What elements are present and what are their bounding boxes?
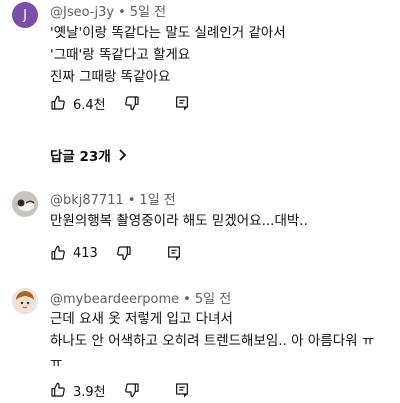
comment-line: '옛날'이랑 똑같다는 말도 실례인거 같아서	[50, 25, 286, 41]
thumb-up-icon	[50, 382, 66, 398]
separator: •	[118, 5, 126, 20]
timestamp[interactable]: 5일 전	[195, 292, 231, 307]
character-avatar-icon	[12, 288, 38, 314]
dislike-button[interactable]	[124, 382, 140, 398]
like-button[interactable]: 6.4천	[50, 94, 106, 113]
reply-comment-icon	[174, 95, 190, 111]
view-replies-button[interactable]: 답글 23개	[50, 145, 127, 165]
thumb-down-icon	[124, 95, 140, 111]
comment-actions: 6.4천	[50, 93, 190, 113]
timestamp[interactable]: 1일 전	[139, 193, 175, 208]
replies-label: 답글 23개	[50, 149, 111, 165]
comment-line: '그때'랑 똑같다고 할게요	[50, 47, 191, 63]
thumb-up-icon	[50, 95, 66, 111]
comment-header: @Jseo-j3y • 5일 전	[50, 1, 166, 20]
reply-comment-icon	[166, 245, 182, 261]
reply-button[interactable]	[174, 95, 190, 111]
avatar[interactable]	[12, 288, 38, 314]
comment-text: '옛날'이랑 똑같다는 말도 실례인거 같아서 '그때'랑 똑같다고 할게요 진…	[50, 22, 286, 88]
comment-line: ㅠ	[50, 355, 63, 371]
comment-line: 진짜 그때랑 똑같아요	[50, 69, 171, 85]
comment-header: @bkj87711 • 1일 전	[50, 189, 176, 208]
reply-button[interactable]	[174, 382, 190, 398]
thumb-down-icon	[116, 245, 132, 261]
reply-button[interactable]	[166, 245, 182, 261]
chevron-right-icon	[117, 149, 127, 161]
reply-comment-icon	[174, 382, 190, 398]
thumb-down-icon	[124, 382, 140, 398]
comment-header: @mybeardeerpome • 5일 전	[50, 288, 231, 307]
like-count: 413	[73, 245, 98, 261]
comment-line: 만원의행복 촬영중이라 해도 믿겠어요...대박..	[50, 213, 308, 229]
dislike-button[interactable]	[116, 245, 132, 261]
author-handle[interactable]: @bkj87711	[50, 193, 124, 208]
comment-line: 하나도 안 어색하고 오히려 트렌드해보임.. 아 아름다워 ㅠ	[50, 333, 375, 349]
avatar[interactable]: J	[12, 2, 38, 28]
comment-actions: 413	[50, 243, 182, 263]
avatar-letter: J	[23, 7, 27, 23]
thumb-up-icon	[50, 245, 66, 261]
like-count: 6.4천	[73, 97, 106, 113]
author-handle[interactable]: @mybeardeerpome	[50, 292, 179, 307]
comment-text: 근데 요새 옷 저렇게 입고 다녀서 하나도 안 어색하고 오히려 트렌드해보임…	[50, 308, 374, 374]
separator: •	[127, 193, 136, 208]
bird-avatar-icon	[12, 191, 38, 217]
comment-text: 만원의행복 촬영중이라 해도 믿겠어요...대박..	[50, 210, 308, 232]
timestamp[interactable]: 5일 전	[130, 5, 166, 20]
like-button[interactable]: 3.9천	[50, 381, 106, 400]
separator: •	[183, 292, 191, 307]
dislike-button[interactable]	[124, 95, 140, 111]
author-handle[interactable]: @Jseo-j3y	[50, 5, 114, 20]
like-count: 3.9천	[73, 384, 106, 400]
comment-actions: 3.9천	[50, 380, 190, 400]
like-button[interactable]: 413	[50, 245, 98, 261]
comment-line: 근데 요새 옷 저렇게 입고 다녀서	[50, 311, 233, 327]
avatar[interactable]	[12, 191, 38, 217]
